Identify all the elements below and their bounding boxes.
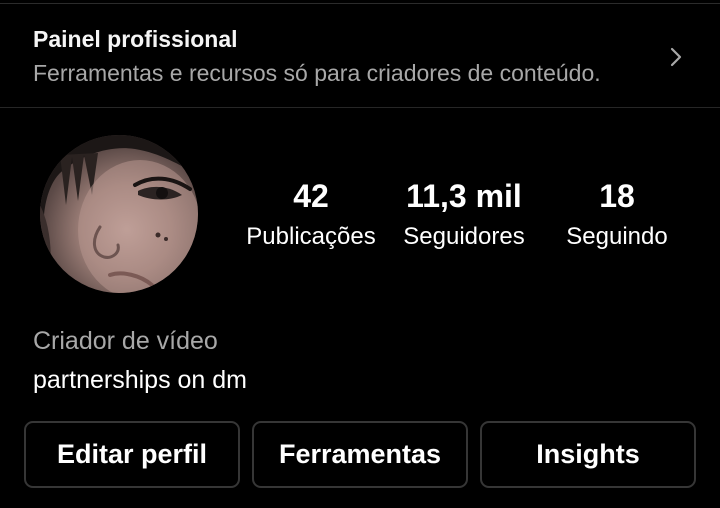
edit-profile-button[interactable]: Editar perfil xyxy=(24,421,240,488)
posts-stat[interactable]: 42 Publicações xyxy=(241,178,381,252)
insights-button[interactable]: Insights xyxy=(480,421,696,488)
avatar[interactable] xyxy=(40,135,198,293)
profile-bio: partnerships on dm xyxy=(33,366,248,394)
followers-count: 11,3 mil xyxy=(406,178,522,214)
following-stat[interactable]: 18 Seguindo xyxy=(547,178,687,252)
followers-label: Seguidores xyxy=(403,223,525,250)
chevron-right-icon xyxy=(670,47,682,67)
professional-panel-row[interactable]: Painel profissional Ferramentas e recurs… xyxy=(0,4,720,108)
followers-stat[interactable]: 11,3 mil Seguidores xyxy=(394,178,534,252)
professional-panel-title: Painel profissional xyxy=(33,26,238,52)
following-label: Seguindo xyxy=(566,223,668,250)
following-count: 18 xyxy=(599,178,635,214)
profile-photo xyxy=(40,135,198,293)
posts-count: 42 xyxy=(293,178,329,214)
posts-label: Publicações xyxy=(246,223,376,250)
professional-panel-subtitle: Ferramentas e recursos só para criadores… xyxy=(33,60,601,86)
profile-category: Criador de vídeo xyxy=(33,327,218,355)
tools-button[interactable]: Ferramentas xyxy=(252,421,468,488)
